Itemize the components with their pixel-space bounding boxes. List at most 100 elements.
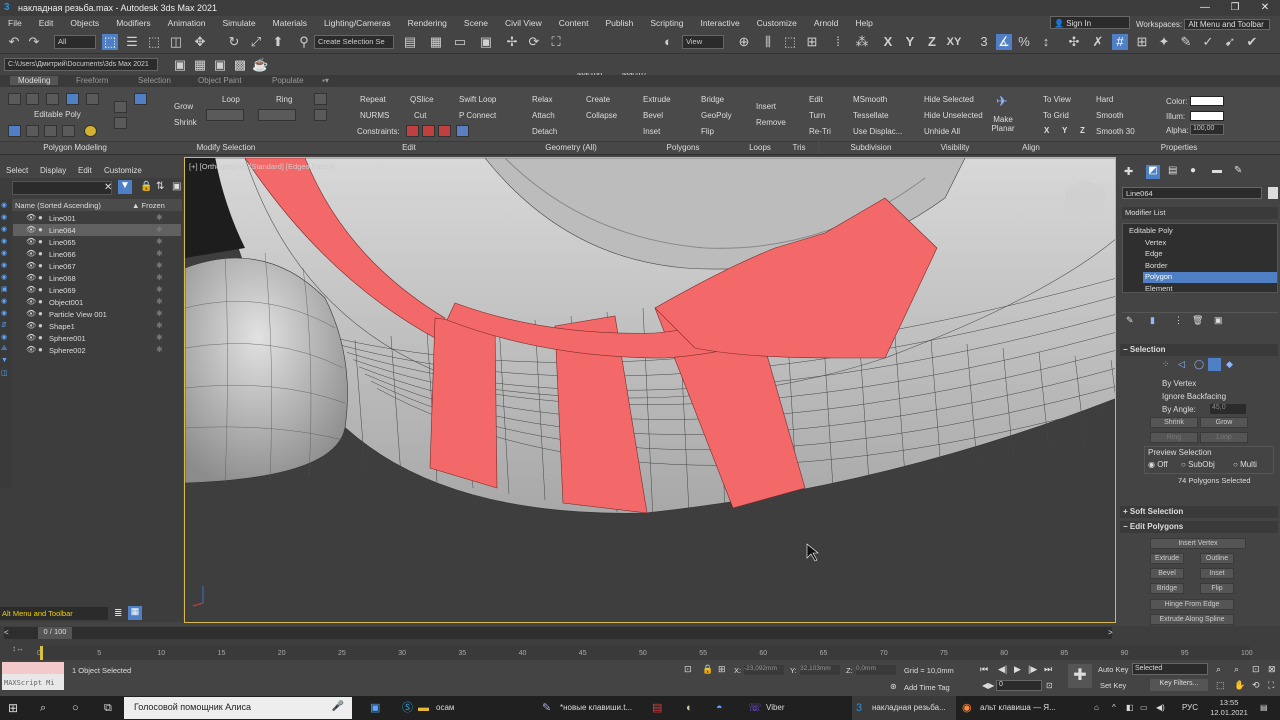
smooth30-button[interactable]: Smooth 30 [1096, 127, 1135, 136]
edit-polygons-rollout-header[interactable]: − Edit Polygons [1120, 521, 1278, 533]
edit-geometry-icon[interactable] [314, 93, 327, 105]
hard-button[interactable]: Hard [1096, 95, 1113, 104]
clear-search-icon[interactable]: ✕ [104, 182, 112, 193]
menu-item-rendering[interactable]: Rendering [400, 16, 456, 30]
render-icon[interactable]: ● [38, 249, 43, 258]
layer-explorer-icon[interactable]: ▦ [428, 34, 444, 50]
next-frame-icon[interactable]: |▶ [1028, 664, 1037, 675]
ribbon-section-label[interactable]: Edit [302, 141, 516, 153]
frozen-icon[interactable]: ✱ [156, 345, 163, 354]
tab-object-paint[interactable]: Object Paint [198, 76, 242, 85]
modifier-list-dropdown[interactable]: Modifier List [1122, 207, 1278, 219]
current-frame-input[interactable]: 0 [996, 680, 1042, 691]
workspaces-dropdown[interactable]: Alt Menu and Toolbar [1184, 19, 1271, 30]
orbit-icon[interactable]: ⟲ [1252, 680, 1260, 691]
grid-icon[interactable]: ⊞ [1134, 34, 1150, 50]
scene-object-row[interactable]: 👁 ● Line068 ✱ [13, 272, 181, 284]
edit-named-selection-icon[interactable]: ⚲ [296, 34, 312, 50]
volume-icon[interactable]: ◀) [1156, 696, 1165, 720]
edit-tris-button[interactable]: Edit [809, 95, 823, 104]
time-slider-thumb[interactable]: 0 / 100 [38, 627, 72, 639]
menu-item-scene[interactable]: Scene [456, 16, 497, 30]
tools-icon[interactable]: ✦ [1156, 34, 1172, 50]
loop-mode-icon[interactable] [206, 109, 244, 121]
scene-object-row[interactable]: 👁 ● Line001 ✱ [13, 212, 181, 224]
key-filters-button[interactable]: Key Filters... [1150, 679, 1208, 691]
ribbon-options-icon[interactable]: ▪▾ [322, 76, 329, 85]
material-icon[interactable]: ✔ [1244, 34, 1260, 50]
ribbon-section-label[interactable]: Geometry (All) [516, 141, 626, 153]
pin-stack-icon[interactable]: ✎ [1126, 315, 1134, 326]
scene-object-row[interactable]: 👁 ● Line064 ✱ [13, 224, 181, 236]
qslice-button[interactable]: QSlice [410, 95, 434, 104]
axis-xy-button[interactable]: XY [944, 34, 964, 50]
configure-sets-icon[interactable]: ▣ [1214, 315, 1223, 326]
zoom-extents-icon[interactable]: ⊡ [1252, 664, 1260, 675]
explorer-filter-icon[interactable]: ◫ [1, 369, 8, 377]
align-y-button[interactable]: Y [1062, 126, 1067, 135]
collapse-button[interactable]: Collapse [586, 111, 617, 120]
hierarchy-icon[interactable]: ▦ [128, 606, 142, 620]
add-time-tag-button[interactable]: Add Time Tag [904, 683, 950, 692]
visibility-eye-icon[interactable]: 👁 [26, 225, 36, 234]
explorer-filter-icon[interactable]: ◉ [1, 249, 7, 257]
menu-item-help[interactable]: Help [847, 16, 881, 30]
frozen-column-header[interactable]: ▲ Frozen [132, 201, 165, 210]
menu-item-file[interactable]: File [0, 16, 31, 30]
preview-icon[interactable] [114, 101, 127, 113]
search-icon[interactable]: ⌕ [40, 696, 46, 720]
explorer-filter-icon[interactable]: ◉ [1, 225, 7, 233]
scene-object-row[interactable]: 👁 ● Particle View 001 ✱ [13, 308, 181, 320]
extrude-along-spline-button[interactable]: Extrude Along Spline [1150, 614, 1234, 625]
menu-item-publish[interactable]: Publish [597, 16, 642, 30]
prev-frame-icon[interactable]: ◀| [998, 664, 1007, 675]
visibility-eye-icon[interactable]: 👁 [26, 297, 36, 306]
edge-mode-icon[interactable] [26, 93, 39, 105]
explorer-filter-icon[interactable]: ◉ [1, 333, 7, 341]
soft-selection-rollout-header[interactable]: + Soft Selection [1120, 506, 1278, 518]
frozen-icon[interactable]: ✱ [156, 285, 163, 294]
explorer-filter-icon[interactable]: ◉ [1, 261, 7, 269]
visibility-eye-icon[interactable]: 👁 [26, 321, 36, 330]
visibility-eye-icon[interactable]: 👁 [26, 249, 36, 258]
time-slider-prev-icon[interactable]: < [4, 628, 9, 637]
windows-start-icon[interactable]: ⊞ [8, 696, 18, 720]
layers-icon[interactable]: ≣ [114, 608, 122, 619]
render-iterative-icon[interactable]: ☕ [252, 57, 268, 73]
mirror-icon[interactable]: ⫼ [760, 34, 776, 50]
go-to-end-icon[interactable]: ⏭ [1044, 664, 1052, 675]
element-level-icon[interactable]: ◆ [1226, 359, 1233, 370]
people-icon[interactable]: ⌂ [1094, 696, 1099, 720]
hide-selected-button[interactable]: Hide Selected [924, 95, 974, 104]
nurms-button[interactable]: NURMS [360, 111, 389, 120]
p-connect-button[interactable]: P Connect [459, 111, 496, 120]
set-key-icon[interactable]: ✚ [1068, 664, 1092, 688]
frozen-icon[interactable]: ✱ [156, 225, 163, 234]
loop-button[interactable]: Loop [222, 95, 240, 104]
polygon-level-icon[interactable] [1208, 358, 1221, 371]
relax-button[interactable]: Relax [532, 95, 552, 104]
menu-item-modifiers[interactable]: Modifiers [108, 16, 159, 30]
smooth-button[interactable]: Smooth [1096, 111, 1124, 120]
undo-icon[interactable]: ↶ [6, 34, 22, 50]
viber-icon[interactable]: ☏ [748, 696, 762, 720]
render-icon[interactable]: ● [38, 261, 43, 270]
unhide-all-button[interactable]: Unhide All [924, 127, 960, 136]
select-object-icon[interactable]: ⬚ [102, 34, 118, 50]
selection-filter-dropdown[interactable]: All [54, 35, 96, 49]
zoom-all-icon[interactable]: ⌕ [1234, 664, 1239, 675]
object-color-swatch[interactable] [1268, 187, 1278, 199]
move-icon[interactable]: ✥ [192, 34, 208, 50]
render-icon[interactable]: ● [38, 213, 43, 222]
repeat-button[interactable]: Repeat [360, 95, 386, 104]
absolute-mode-icon[interactable]: ⊞ [718, 664, 726, 675]
remove-modifier-icon[interactable]: 🗑 [1192, 315, 1203, 326]
modifier-stack-item[interactable]: Edge [1143, 249, 1277, 260]
transform-icon[interactable]: ✣ [1066, 34, 1082, 50]
folder-icon[interactable]: ▬ [418, 696, 429, 720]
axis-x-button[interactable]: X [880, 34, 896, 50]
maximize-viewport-icon[interactable]: ⛶ [548, 34, 564, 50]
scene-object-row[interactable]: 👁 ● Line066 ✱ [13, 248, 181, 260]
shrink-button[interactable]: Shrink [174, 118, 197, 127]
color-swatch[interactable] [1190, 96, 1224, 106]
